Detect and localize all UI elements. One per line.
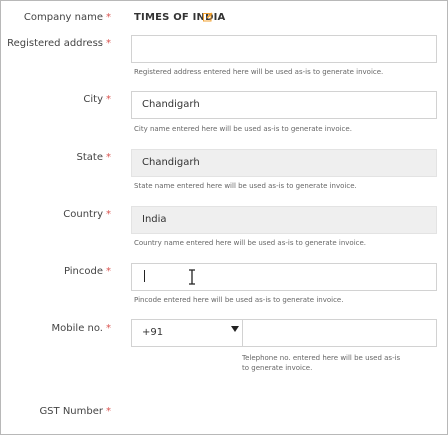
pincode-label: Pincode * [63,266,111,277]
city-input[interactable]: Chandigarh [131,91,437,119]
billing-form: Company name * TIMES OF INDIA Registered … [0,0,448,435]
company-name-label: Company name * [23,12,111,23]
country-code-select[interactable]: +91 [131,319,243,347]
pincode-hint: Pincode entered here will be used as-is … [134,296,344,304]
city-hint: City name entered here will be used as-i… [134,125,352,133]
country-hint: Country name entered here will be used a… [134,239,367,247]
edit-icon[interactable] [203,12,213,22]
gst-number-label: GST Number * [39,406,111,417]
state-label: State * [76,152,111,163]
state-hint: State name entered here will be used as-… [134,182,357,190]
text-cursor-icon [189,269,195,285]
mobile-label: Mobile no. * [51,323,111,334]
state-input[interactable]: Chandigarh [131,149,437,177]
text-caret [144,270,145,282]
mobile-input[interactable] [242,319,437,347]
chevron-down-icon[interactable] [231,326,239,332]
mobile-hint: Telephone no. entered here will be used … [242,354,401,372]
registered-address-input[interactable] [131,35,437,63]
city-label: City * [83,94,111,105]
registered-address-label: Registered address * [7,38,111,49]
pincode-input[interactable] [131,263,437,291]
country-input[interactable]: India [131,206,437,234]
country-label: Country * [63,209,111,220]
registered-address-hint: Registered address entered here will be … [134,68,384,76]
